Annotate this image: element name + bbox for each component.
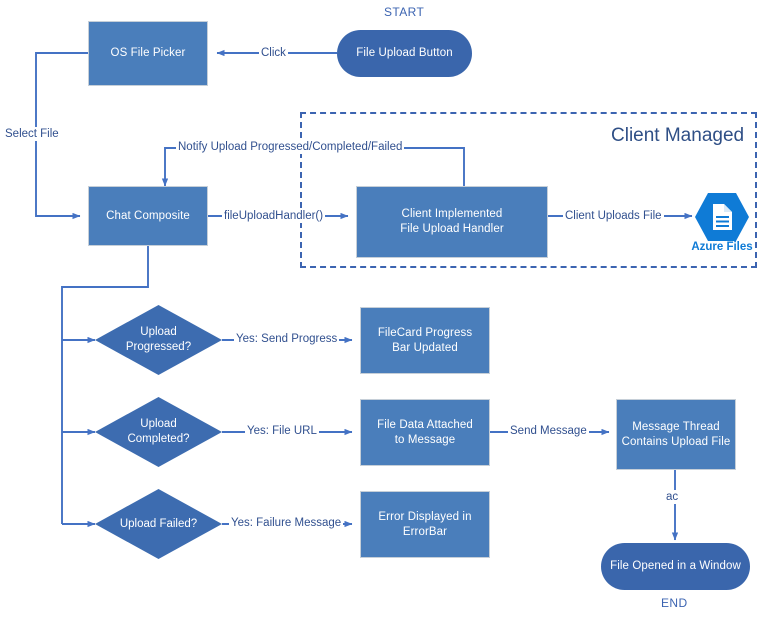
node-file-opened[interactable]: File Opened in a Window <box>601 543 750 590</box>
edge-label-send-message: Send Message <box>508 424 589 438</box>
edge-label-select-file: Select File <box>3 127 61 141</box>
node-chat-composite[interactable]: Chat Composite <box>88 186 208 246</box>
edge-label-file-upload-handler: fileUploadHandler() <box>222 209 326 223</box>
edge-label-ac: ac <box>664 490 681 504</box>
node-upload-failed-text: Upload Failed? <box>119 517 198 530</box>
node-upload-completed[interactable]: Upload Completed? <box>95 397 222 467</box>
node-client-upload-handler[interactable]: Client Implemented File Upload Handler <box>356 186 548 258</box>
end-caption: END <box>661 596 688 610</box>
node-file-upload-button[interactable]: File Upload Button <box>337 30 472 77</box>
node-client-upload-handler-line2: File Upload Handler <box>400 223 504 235</box>
node-file-upload-button-label: File Upload Button <box>356 47 453 59</box>
edge-label-notify: Notify Upload Progressed/Completed/Faile… <box>176 140 405 154</box>
azure-files-icon <box>694 192 750 242</box>
node-upload-completed-label: Upload Completed? <box>95 397 222 467</box>
edge-label-click: Click <box>259 46 288 60</box>
node-upload-progressed-line2: Progressed? <box>125 341 192 353</box>
node-message-thread-line2: Contains Upload File <box>621 435 731 448</box>
node-message-thread[interactable]: Message Thread Contains Upload File <box>616 399 736 470</box>
node-file-data-attached-line2: to Message <box>394 433 456 446</box>
node-upload-failed-label: Upload Failed? <box>95 489 222 559</box>
node-upload-failed[interactable]: Upload Failed? <box>95 489 222 559</box>
node-file-data-attached[interactable]: File Data Attached to Message <box>360 399 490 466</box>
edge-label-yes-file-url: Yes: File URL <box>245 424 319 438</box>
node-error-displayed-line2: ErrorBar <box>402 525 448 538</box>
client-managed-group-title: Client Managed <box>611 125 745 146</box>
edge-label-yes-send-progress: Yes: Send Progress <box>234 332 340 346</box>
azure-files-caption: Azure Files <box>691 241 753 253</box>
node-file-data-attached-line1: File Data Attached <box>377 418 473 431</box>
edge-label-client-uploads-file: Client Uploads File <box>563 209 664 223</box>
node-upload-completed-line2: Completed? <box>127 433 190 445</box>
flowchart-canvas: Client Managed OS File Picker START File… <box>0 0 771 619</box>
node-upload-completed-line1: Upload <box>140 418 177 430</box>
node-client-upload-handler-line1: Client Implemented <box>401 208 503 220</box>
node-upload-progressed-line1: Upload <box>140 326 177 338</box>
node-upload-progressed[interactable]: Upload Progressed? <box>95 305 222 375</box>
node-os-file-picker[interactable]: OS File Picker <box>88 21 208 86</box>
node-os-file-picker-label: OS File Picker <box>110 47 186 59</box>
start-caption: START <box>384 5 425 19</box>
node-error-displayed-line1: Error Displayed in <box>378 510 472 523</box>
node-chat-composite-label: Chat Composite <box>106 209 190 222</box>
node-filecard-progress[interactable]: FileCard Progress Bar Updated <box>360 307 490 374</box>
node-filecard-progress-line2: Bar Updated <box>392 341 458 354</box>
node-error-displayed[interactable]: Error Displayed in ErrorBar <box>360 491 490 558</box>
node-upload-progressed-label: Upload Progressed? <box>95 305 222 375</box>
edge-label-yes-failure-message: Yes: Failure Message <box>229 516 344 530</box>
node-message-thread-line1: Message Thread <box>632 420 720 433</box>
node-file-opened-label: File Opened in a Window <box>610 560 741 572</box>
node-filecard-progress-line1: FileCard Progress <box>377 326 473 339</box>
